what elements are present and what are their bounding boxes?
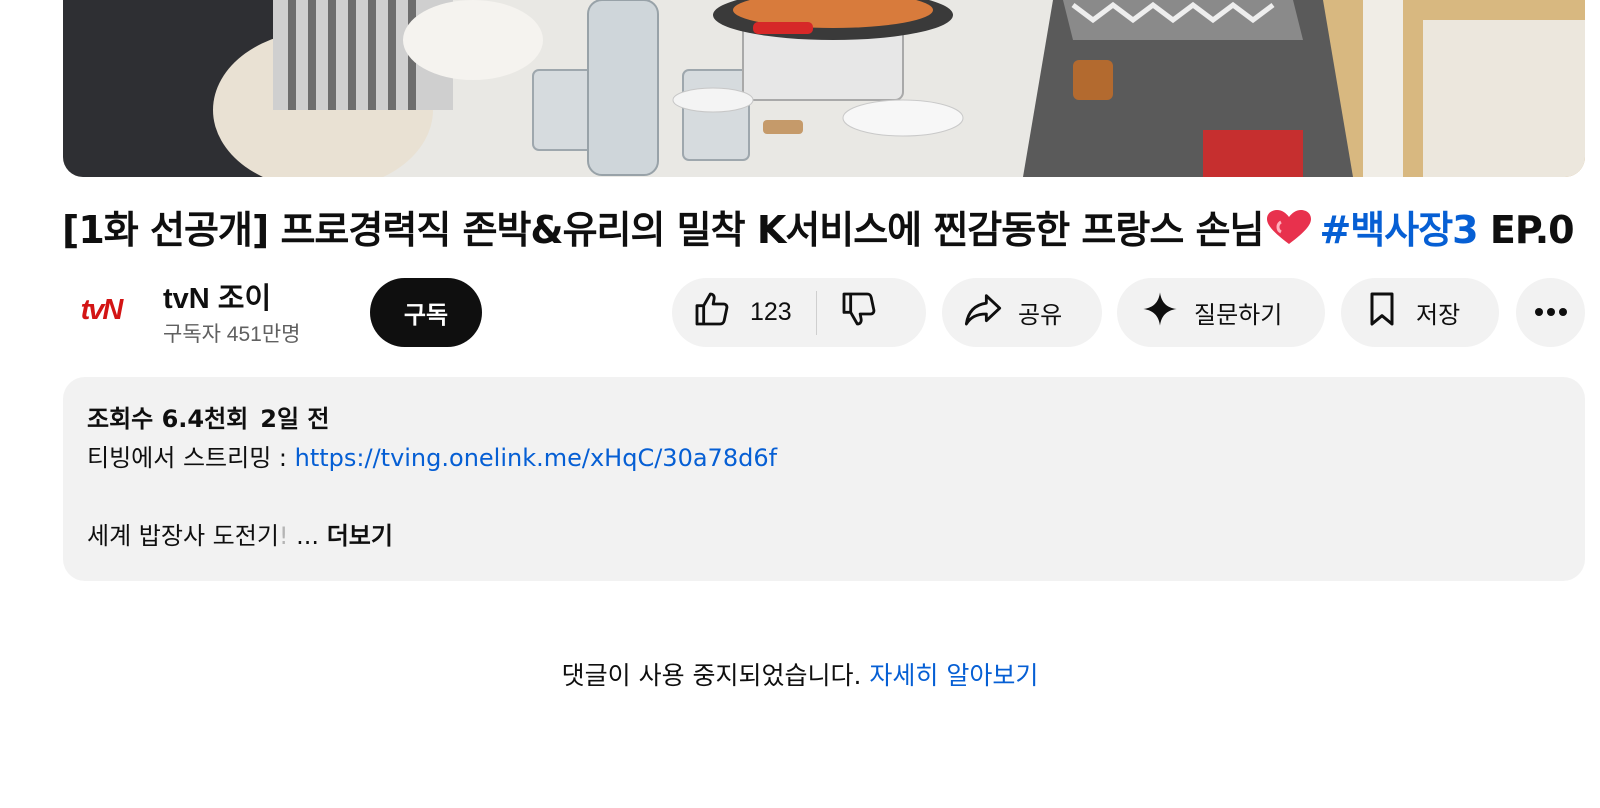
channel-name[interactable]: tvN 조이 [163,275,271,317]
heart-emoji-icon [1267,203,1312,263]
hashtag-link[interactable]: #백사장3 [1319,208,1478,252]
subscriber-count: 구독자 451만명 [163,323,301,346]
share-button[interactable]: 공유 [942,278,1102,347]
channel-logo-text: tvN [80,293,124,326]
comments-disabled-notice: 댓글이 사용 중지되었습니다. 자세히 알아보기 [0,656,1600,692]
description-line-stream: 티빙에서 스트리밍 : https://tving.onelink.me/xHq… [87,439,1561,477]
like-count: 123 [750,298,792,326]
bookmark-icon [1362,289,1402,336]
more-icon [1534,304,1568,322]
thumbs-up-icon [692,289,732,336]
dislike-button[interactable] [817,278,879,347]
stream-link[interactable]: https://tving.onelink.me/xHqC/30a78d6f [295,444,777,472]
video-title-suffix: EP.0 [1489,208,1575,252]
ask-label: 질문하기 [1194,301,1283,329]
video-title: [1화 선공개] 프로경력직 존박&유리의 밀착 K서비스에 찐감동한 프랑스 … [62,200,1575,263]
more-actions-button[interactable] [1516,278,1585,347]
channel-avatar[interactable]: tvN [64,283,138,337]
description-line-summary: 세계 밥장사 도전기! ... 더보기 [87,517,1561,555]
learn-more-link[interactable]: 자세히 알아보기 [869,661,1038,690]
save-button[interactable]: 저장 [1341,278,1499,347]
upload-date: 2일 전 [260,405,330,433]
summary-text: 세계 밥장사 도전기 [87,522,279,550]
like-button[interactable]: 123 [672,278,792,347]
ask-button[interactable]: 질문하기 [1117,278,1325,347]
stream-text: 티빙에서 스트리밍 : [87,444,295,472]
thumbs-down-icon [839,289,879,336]
summary-fade: ! [278,522,289,550]
show-more-button[interactable]: 더보기 [327,522,393,550]
share-icon [962,289,1004,336]
sparkle-icon [1140,289,1180,336]
share-label: 공유 [1018,301,1063,329]
like-dislike-group: 123 [672,278,926,347]
video-player[interactable] [63,0,1585,177]
ellipsis: ... [288,522,320,550]
video-frame-image [63,0,1585,177]
comments-disabled-text: 댓글이 사용 중지되었습니다. [561,661,862,690]
save-label: 저장 [1416,301,1461,329]
video-title-text: [1화 선공개] 프로경력직 존박&유리의 밀착 K서비스에 찐감동한 프랑스 … [62,208,1264,252]
subscribe-button[interactable]: 구독 [370,278,482,347]
description-box[interactable]: 조회수 6.4천회 2일 전 티빙에서 스트리밍 : https://tving.… [63,377,1585,581]
view-count: 조회수 6.4천회 [87,405,249,433]
video-meta: 조회수 6.4천회 2일 전 [87,403,1561,435]
